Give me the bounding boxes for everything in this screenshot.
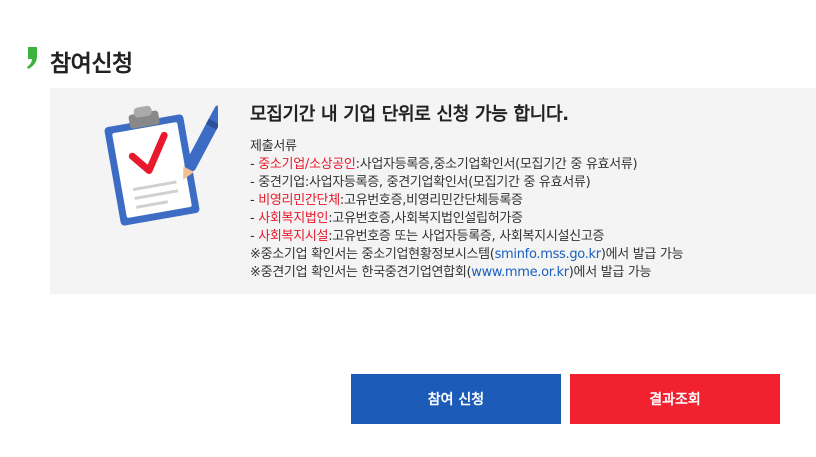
doc-item: - 중견기업:사업자등록증, 중견기업확인서(모집기간 중 유효서류) (250, 175, 591, 190)
sminfo-link[interactable]: sminfo.mss.go.kr (495, 247, 602, 262)
docs-title: 제출서류 (250, 139, 297, 154)
doc-category: 중소기업/소상공인 (258, 157, 356, 172)
section-header: 참여신청 (26, 44, 133, 78)
doc-category: 중견기업 (258, 175, 305, 190)
info-content: 모집기간 내 기업 단위로 신청 가능 합니다. 제출서류 - 중소기업/소상공… (250, 100, 806, 282)
doc-item: - 중소기업/소상공인:사업자등록증,중소기업확인서(모집기간 중 유효서류) (250, 157, 638, 172)
doc-item: - 사회복지시설:고유번호증 또는 사업자등록증, 사회복지시설신고증 (250, 229, 605, 244)
doc-item: - 비영리민간단체:고유번호증,비영리민간단체등록증 (250, 193, 523, 208)
info-box: 모집기간 내 기업 단위로 신청 가능 합니다. 제출서류 - 중소기업/소상공… (50, 88, 816, 294)
doc-text: :사업자등록증,중소기업확인서(모집기간 중 유효서류) (355, 157, 638, 172)
note-item: ※중견기업 확인서는 한국중견기업연합회(www.mme.or.kr)에서 발급… (250, 265, 652, 280)
info-headline: 모집기간 내 기업 단위로 신청 가능 합니다. (250, 104, 569, 125)
green-quote-icon (27, 47, 37, 69)
mme-link[interactable]: www.mme.or.kr (471, 265, 569, 280)
doc-category: 사회복지시설 (258, 229, 329, 244)
note-item: ※중소기업 확인서는 중소기업현황정보시스템(sminfo.mss.go.kr)… (250, 247, 684, 262)
doc-category: 비영리민간단체 (258, 193, 340, 208)
doc-item: - 사회복지법인:고유번호증,사회복지법인설립허가증 (250, 211, 523, 226)
doc-text: :고유번호증,사회복지법인설립허가증 (328, 211, 523, 226)
doc-text: :사업자등록증, 중견기업확인서(모집기간 중 유효서류) (304, 175, 591, 190)
result-button[interactable]: 결과조회 (570, 374, 780, 424)
doc-category: 사회복지법인 (258, 211, 329, 226)
section-title: 참여신청 (50, 51, 133, 77)
info-lines: 제출서류 - 중소기업/소상공인:사업자등록증,중소기업확인서(모집기간 중 유… (250, 138, 806, 282)
doc-text: :고유번호증,비영리민간단체등록증 (339, 193, 523, 208)
clipboard-checklist-icon (104, 105, 218, 226)
doc-text: :고유번호증 또는 사업자등록증, 사회복지시설신고증 (328, 229, 605, 244)
apply-button[interactable]: 참여 신청 (351, 374, 561, 424)
